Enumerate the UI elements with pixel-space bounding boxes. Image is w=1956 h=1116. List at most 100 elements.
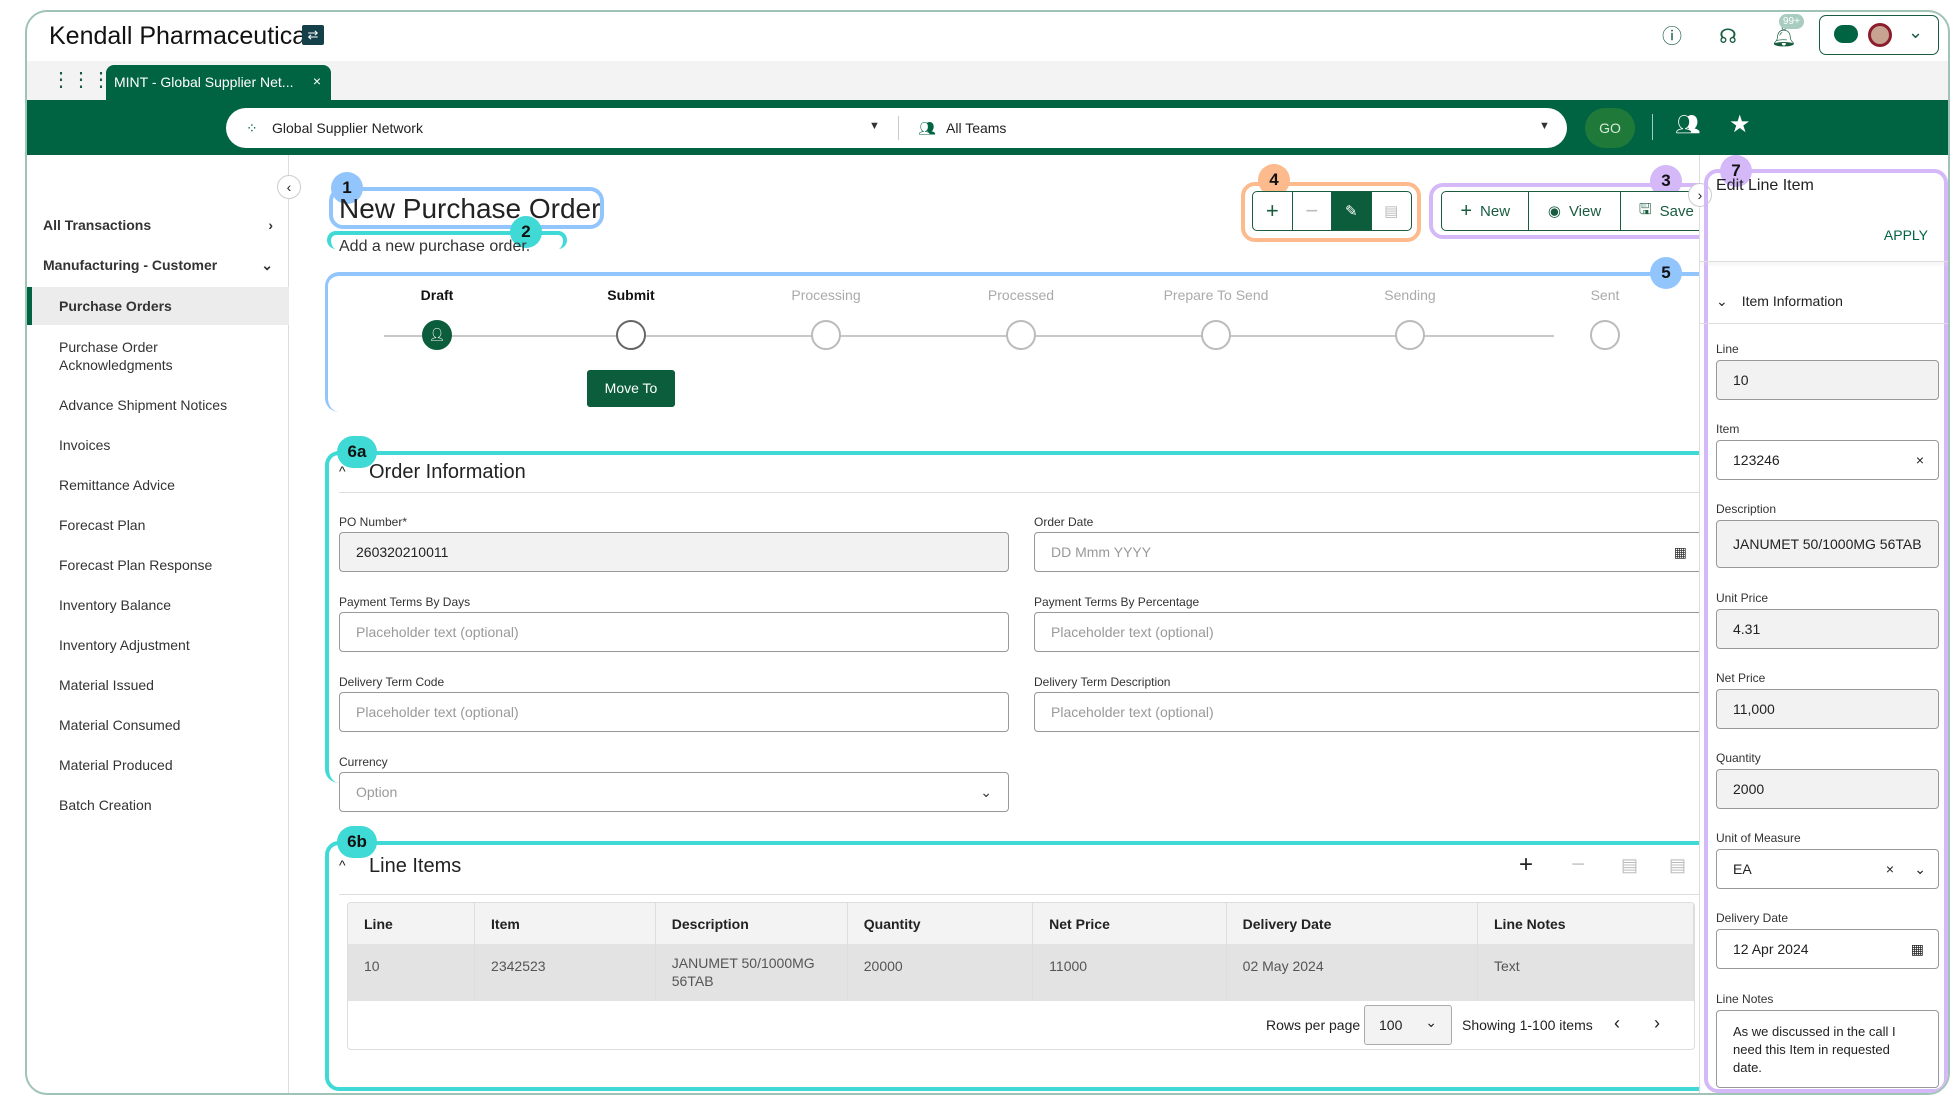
save-icon: 🖫 bbox=[1638, 200, 1652, 218]
panel-field-input[interactable]: 2000 bbox=[1716, 769, 1939, 809]
sidebar-item[interactable]: Advance Shipment Notices bbox=[27, 397, 289, 413]
view-button[interactable]: ◉ View bbox=[1529, 192, 1621, 230]
avatar bbox=[1868, 23, 1892, 47]
sidebar-item[interactable]: Batch Creation bbox=[27, 797, 289, 813]
field-label: Item bbox=[1716, 422, 1740, 436]
star-icon[interactable]: ★ bbox=[1729, 110, 1751, 139]
panel-field-input[interactable]: 11,000 bbox=[1716, 689, 1939, 729]
remove-icon[interactable]: − bbox=[1293, 192, 1332, 230]
sidebar-item-purchase-orders[interactable]: Purchase Orders bbox=[27, 287, 289, 325]
step-circle[interactable]: 👤︎ bbox=[422, 320, 452, 350]
close-icon[interactable]: × bbox=[313, 73, 321, 89]
team-select[interactable]: All Teams bbox=[946, 120, 1006, 136]
next-page-icon[interactable]: › bbox=[1654, 1013, 1660, 1034]
calendar-icon[interactable]: ▦ bbox=[1674, 544, 1687, 561]
prev-page-icon[interactable]: ‹ bbox=[1614, 1013, 1620, 1034]
apps-grid-icon[interactable]: ⋮⋮⋮ bbox=[51, 67, 111, 92]
panel-field-input[interactable]: 10 bbox=[1716, 360, 1939, 400]
sidebar-item[interactable]: Inventory Adjustment bbox=[27, 637, 289, 653]
step-circle[interactable] bbox=[1201, 320, 1231, 350]
sidebar-item[interactable]: Invoices bbox=[27, 437, 289, 453]
cloud-icon bbox=[1834, 25, 1858, 43]
rows-per-page-select[interactable]: 100 ⌄ bbox=[1364, 1005, 1452, 1045]
sidebar-item[interactable]: Material Issued bbox=[27, 677, 289, 693]
order-field-input[interactable]: DD Mmm YYYY ▦ bbox=[1034, 532, 1704, 572]
save-label: Save bbox=[1659, 202, 1694, 220]
action-buttons: + New ◉ View 🖫 Save bbox=[1441, 191, 1713, 231]
sidebar-group-all-transactions[interactable]: All Transactions › bbox=[27, 217, 289, 233]
caret-down-icon[interactable]: ▼ bbox=[1539, 120, 1550, 132]
add-row-icon[interactable]: + bbox=[1519, 851, 1533, 879]
clear-icon[interactable]: × bbox=[1886, 861, 1894, 877]
edit-table-icon[interactable]: ▤ bbox=[1621, 855, 1638, 876]
team-icon: 👥︎ bbox=[918, 120, 936, 136]
panel-field-input[interactable]: 4.31 bbox=[1716, 609, 1939, 649]
column-header[interactable]: Quantity bbox=[847, 903, 1034, 944]
column-header[interactable]: Net Price bbox=[1032, 903, 1227, 944]
sidebar-item[interactable]: Forecast Plan Response bbox=[27, 557, 289, 573]
network-select[interactable]: Global Supplier Network bbox=[272, 120, 423, 136]
sidebar-item[interactable]: Remittance Advice bbox=[27, 477, 289, 493]
edit-line-item-panel: › 7 Edit Line Item APPLY ⌄ Item Informati… bbox=[1688, 155, 1948, 1093]
column-header[interactable]: Delivery Date bbox=[1226, 903, 1479, 944]
tab-strip: ⋮⋮⋮ MINT - Global Supplier Net... × bbox=[27, 61, 1948, 100]
profile-menu[interactable]: ⌄ bbox=[1819, 15, 1939, 55]
step-circle[interactable] bbox=[1590, 320, 1620, 350]
go-button[interactable]: GO bbox=[1585, 108, 1635, 148]
column-header[interactable]: Item bbox=[474, 903, 656, 944]
table-settings-icon[interactable]: ▤ bbox=[1372, 192, 1411, 230]
edit-table-icon[interactable]: ✎ bbox=[1332, 192, 1372, 230]
sidebar-item[interactable]: Material Consumed bbox=[27, 717, 289, 733]
order-field-input[interactable]: Option ⌄ bbox=[339, 772, 1009, 812]
order-field-input[interactable]: Placeholder text (optional) bbox=[1034, 612, 1704, 652]
tab-global-supplier-network[interactable]: MINT - Global Supplier Net... × bbox=[106, 65, 331, 100]
caret-down-icon[interactable]: ▼ bbox=[869, 120, 880, 132]
sidebar-group-manufacturing[interactable]: Manufacturing - Customer ⌄ bbox=[27, 257, 289, 273]
headset-icon[interactable]: ☊ bbox=[1715, 24, 1741, 50]
network-icon: ⁘ bbox=[246, 120, 258, 136]
app-window: Kendall Pharmaceuticals ⇄ ⓘ ☊ 🔔︎ 99+ ⌄ ⋮… bbox=[25, 10, 1950, 1095]
apply-button[interactable]: APPLY bbox=[1884, 227, 1928, 243]
sidebar-item[interactable]: Forecast Plan bbox=[27, 517, 289, 533]
order-field-input[interactable]: Placeholder text (optional) bbox=[339, 612, 1009, 652]
panel-field-input[interactable]: 12 Apr 2024 ▦ bbox=[1716, 929, 1939, 969]
panel-field-input[interactable]: 123246 × bbox=[1716, 440, 1939, 480]
sidebar-item[interactable]: Inventory Balance bbox=[27, 597, 289, 613]
field-value: 123246 bbox=[1733, 452, 1780, 468]
step-circle[interactable] bbox=[1006, 320, 1036, 350]
order-info-header[interactable]: ^ Order Information bbox=[339, 457, 1699, 493]
users-icon[interactable]: 👥︎ bbox=[1675, 112, 1700, 137]
clear-icon[interactable]: × bbox=[1916, 452, 1924, 468]
order-field-input[interactable]: Placeholder text (optional) bbox=[339, 692, 1009, 732]
step-circle[interactable] bbox=[811, 320, 841, 350]
column-header[interactable]: Description bbox=[655, 903, 848, 944]
order-field-input[interactable]: 260320210011 bbox=[339, 532, 1009, 572]
new-button[interactable]: + New bbox=[1442, 192, 1530, 230]
chevron-up-icon[interactable]: ^ bbox=[339, 857, 346, 873]
remove-row-icon[interactable]: − bbox=[1571, 851, 1585, 879]
item-information-toggle[interactable]: ⌄ Item Information bbox=[1716, 293, 1936, 310]
panel-field-input[interactable]: As we discussed in the call I need this … bbox=[1716, 1010, 1939, 1088]
table-settings-icon[interactable]: ▤ bbox=[1669, 855, 1686, 876]
calendar-icon[interactable]: ▦ bbox=[1911, 941, 1924, 958]
column-header[interactable]: Line Notes bbox=[1477, 903, 1694, 944]
collapse-sidebar-button[interactable]: ‹ bbox=[277, 175, 301, 199]
divider bbox=[898, 116, 899, 140]
chevron-down-icon[interactable]: ⌄ bbox=[1914, 861, 1926, 878]
help-icon[interactable]: ⓘ bbox=[1659, 24, 1685, 50]
table-row[interactable]: 10 2342523 JANUMET 50/1000MG 56TAB 20000 110… bbox=[348, 944, 1694, 1001]
table-cell: 02 May 2024 bbox=[1226, 944, 1479, 1001]
chevron-up-icon: ^ bbox=[339, 463, 346, 479]
step-circle[interactable] bbox=[1395, 320, 1425, 350]
order-field-input[interactable]: Placeholder text (optional) bbox=[1034, 692, 1704, 732]
sidebar-item[interactable]: Material Produced bbox=[27, 757, 289, 773]
divider bbox=[1700, 323, 1948, 324]
panel-field-input[interactable]: JANUMET 50/1000MG 56TAB bbox=[1716, 520, 1939, 568]
add-icon[interactable]: + bbox=[1253, 192, 1293, 230]
panel-field-input[interactable]: EA × ⌄ bbox=[1716, 849, 1939, 889]
column-header[interactable]: Line bbox=[348, 903, 476, 944]
divider bbox=[1652, 114, 1653, 140]
sidebar-item-po-acknowledgments[interactable]: Purchase Order Acknowledgments bbox=[27, 338, 227, 374]
step-circle[interactable] bbox=[616, 320, 646, 350]
move-to-button[interactable]: Move To bbox=[587, 370, 675, 407]
